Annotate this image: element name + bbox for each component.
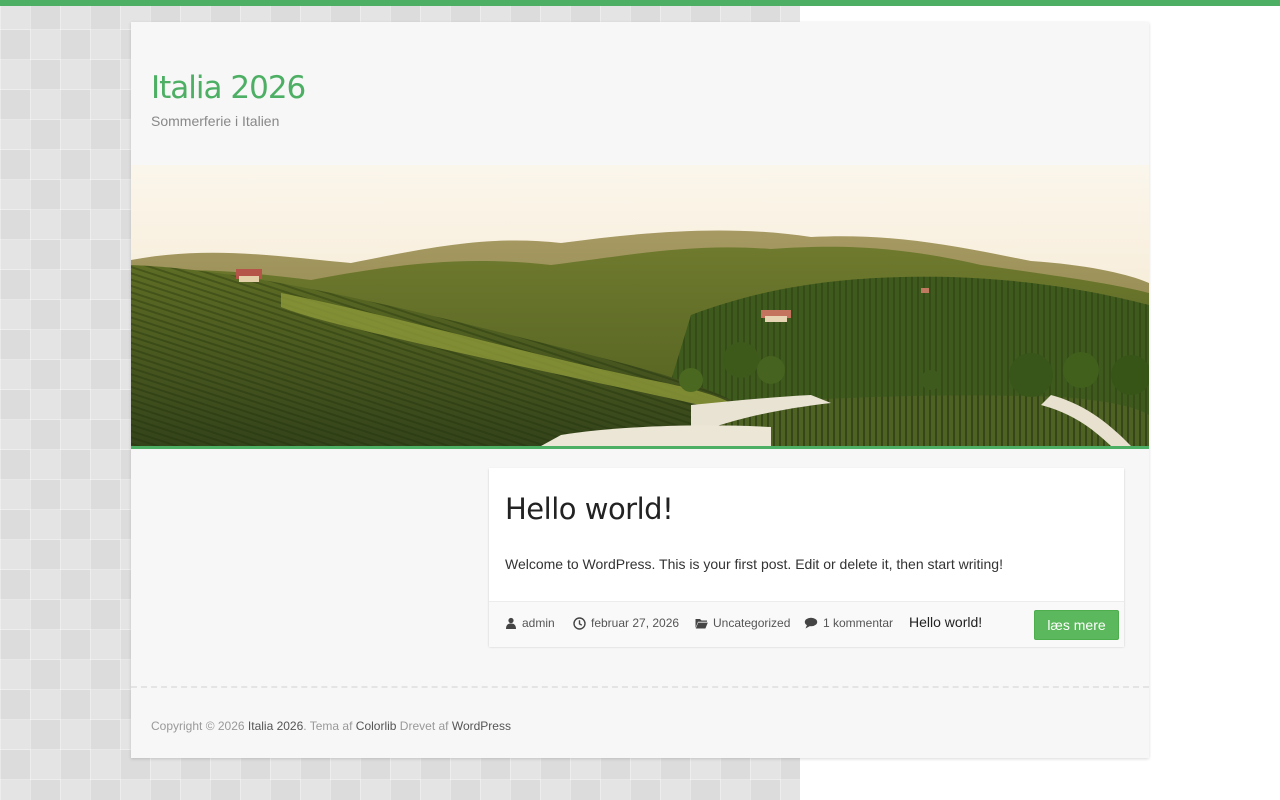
user-icon — [505, 617, 517, 629]
copyright-prefix: Copyright © 2026 — [151, 719, 248, 733]
top-accent-bar — [0, 0, 1280, 6]
post-excerpt: Welcome to WordPress. This is your first… — [505, 556, 1003, 572]
meta-comments: 1 kommentar — [804, 616, 893, 630]
post-meta-bar: admin februar 27, 2026 Uncategorized 1 k… — [489, 601, 1124, 647]
footer-copyright: Copyright © 2026 Italia 2026. Tema af Co… — [151, 719, 511, 733]
category-link[interactable]: Uncategorized — [713, 616, 790, 630]
comments-link[interactable]: 1 kommentar — [823, 616, 893, 630]
footer-divider — [131, 686, 1149, 688]
footer-wordpress-link[interactable]: WordPress — [452, 719, 511, 733]
theme-text: . Tema af — [303, 719, 356, 733]
meta-date: februar 27, 2026 — [573, 616, 679, 630]
date-link[interactable]: februar 27, 2026 — [591, 616, 679, 630]
post-title[interactable]: Hello world! — [505, 492, 674, 526]
powered-text: Drevet af — [396, 719, 452, 733]
post-title-link[interactable]: Hello world! — [909, 614, 982, 630]
author-link[interactable]: admin — [522, 616, 555, 630]
meta-author: admin — [505, 616, 555, 630]
read-more-button[interactable]: læs mere — [1034, 610, 1119, 640]
meta-category: Uncategorized — [695, 616, 790, 630]
comment-icon — [804, 617, 818, 629]
clock-icon — [573, 616, 586, 630]
folder-icon — [695, 618, 708, 629]
site-title[interactable]: Italia 2026 — [151, 70, 306, 106]
footer-theme-link[interactable]: Colorlib — [356, 719, 397, 733]
hero-image — [131, 165, 1149, 449]
page-container: Italia 2026 Sommerferie i Italien Hello … — [131, 22, 1149, 758]
post-card: Hello world! Welcome to WordPress. This … — [489, 468, 1124, 647]
footer-site-link[interactable]: Italia 2026 — [248, 719, 303, 733]
site-tagline: Sommerferie i Italien — [151, 113, 280, 129]
